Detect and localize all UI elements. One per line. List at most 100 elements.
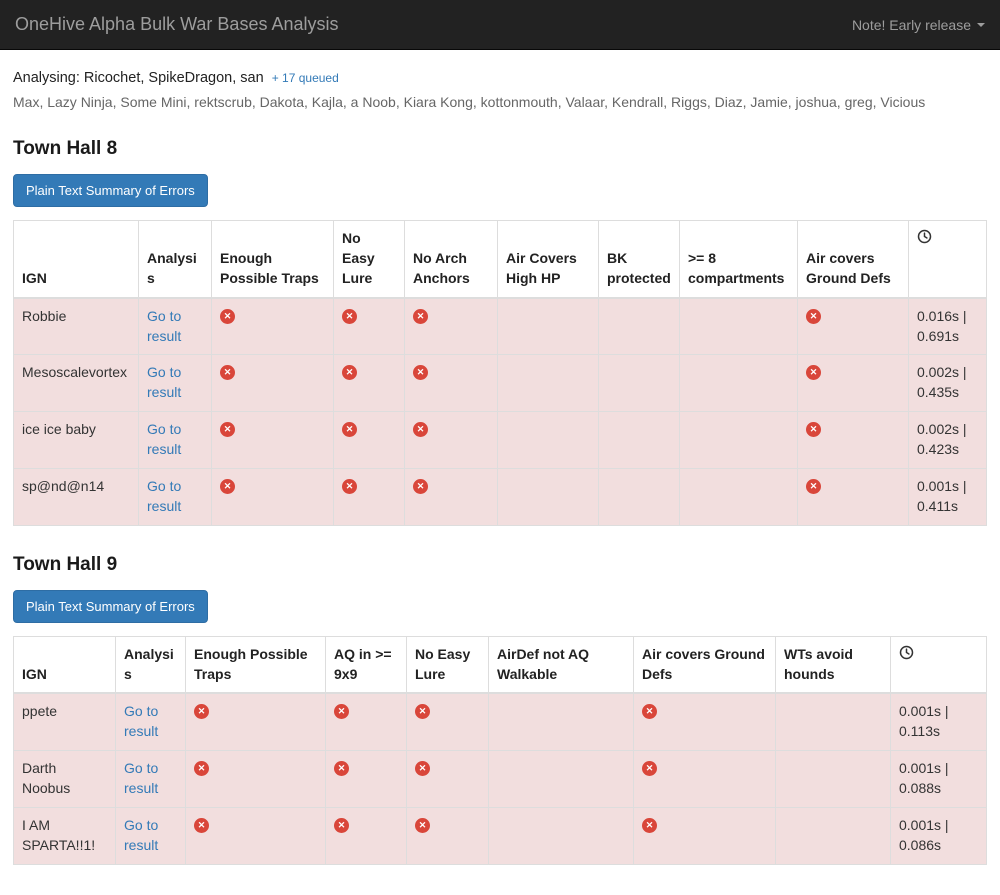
check-cell [212,298,334,355]
col-header-air-covers-ground-defs: Air covers Ground Defs [798,221,909,298]
time-cell: 0.002s | 0.435s [909,355,987,412]
check-cell [680,298,798,355]
analysis-cell: Go to result [116,693,186,750]
error-icon [220,365,235,380]
check-cell [776,807,891,864]
time-cell: 0.001s | 0.088s [891,751,987,808]
table-row: ppete Go to result 0.001s | 0.113s [14,693,987,750]
error-icon [334,704,349,719]
analysis-table-th9: IGN Analysis Enough Possible Traps AQ in… [13,636,987,865]
check-cell [334,355,405,412]
check-cell [798,468,909,525]
check-cell [489,693,634,750]
go-to-result-link[interactable]: Go to result [147,421,181,457]
error-icon [642,761,657,776]
check-cell [334,298,405,355]
check-cell [498,355,599,412]
check-cell [326,751,407,808]
error-icon [194,704,209,719]
check-cell [798,298,909,355]
go-to-result-link[interactable]: Go to result [124,703,158,739]
header-row: IGN Analysis Enough Possible Traps No Ea… [14,221,987,298]
col-header-bk-protected: BK protected [599,221,680,298]
col-header-analysis: Analysis [116,636,186,693]
check-cell [405,355,498,412]
analysing-status: Analysing: Ricochet, SpikeDragon, san + … [13,70,987,86]
analysis-cell: Go to result [139,355,212,412]
check-cell [407,807,489,864]
check-cell [334,468,405,525]
error-icon [342,479,357,494]
navbar: OneHive Alpha Bulk War Bases Analysis No… [0,0,1000,50]
check-cell [212,468,334,525]
plain-text-summary-button-th8[interactable]: Plain Text Summary of Errors [13,174,208,207]
check-cell [680,468,798,525]
go-to-result-link[interactable]: Go to result [147,308,181,344]
plain-text-summary-button-th9[interactable]: Plain Text Summary of Errors [13,590,208,623]
time-cell: 0.001s | 0.113s [891,693,987,750]
table-row: ice ice baby Go to result 0.002s | 0.423… [14,412,987,469]
queued-link[interactable]: + 17 queued [272,71,339,85]
check-cell [334,412,405,469]
col-header-no-easy-lure: No Easy Lure [407,636,489,693]
go-to-result-link[interactable]: Go to result [124,760,158,796]
go-to-result-link[interactable]: Go to result [147,364,181,400]
analysis-cell: Go to result [139,412,212,469]
queue-list: Max, Lazy Ninja, Some Mini, rektscrub, D… [13,94,987,110]
col-header-enough-possible-traps: Enough Possible Traps [212,221,334,298]
check-cell [212,412,334,469]
check-cell [634,693,776,750]
analysis-cell: Go to result [116,807,186,864]
check-cell [776,751,891,808]
check-cell [186,751,326,808]
navbar-title: OneHive Alpha Bulk War Bases Analysis [15,14,338,35]
check-cell [599,355,680,412]
col-header-analysis: Analysis [139,221,212,298]
check-cell [405,468,498,525]
check-cell [599,468,680,525]
col-header-ign: IGN [14,636,116,693]
check-cell [405,298,498,355]
time-cell: 0.001s | 0.411s [909,468,987,525]
table-row: Darth Noobus Go to result 0.001s | 0.088… [14,751,987,808]
error-icon [220,479,235,494]
check-cell [405,412,498,469]
check-cell [407,751,489,808]
error-icon [342,309,357,324]
analysing-text: Analysing: Ricochet, SpikeDragon, san [13,70,264,86]
analysis-cell: Go to result [139,298,212,355]
error-icon [415,818,430,833]
clock-icon [917,229,932,244]
check-cell [498,468,599,525]
main-content: Analysing: Ricochet, SpikeDragon, san + … [0,70,1000,895]
analysis-cell: Go to result [139,468,212,525]
ign-cell: Darth Noobus [14,751,116,808]
analysis-cell: Go to result [116,751,186,808]
check-cell [498,298,599,355]
check-cell [798,355,909,412]
check-cell [407,693,489,750]
error-icon [413,309,428,324]
check-cell [798,412,909,469]
go-to-result-link[interactable]: Go to result [147,478,181,514]
error-icon [642,818,657,833]
error-icon [806,309,821,324]
time-cell: 0.001s | 0.086s [891,807,987,864]
check-cell [212,355,334,412]
col-header-no-arch-anchors: No Arch Anchors [405,221,498,298]
go-to-result-link[interactable]: Go to result [124,817,158,853]
col-header-enough-possible-traps: Enough Possible Traps [186,636,326,693]
navbar-note-label: Note! Early release [852,17,971,33]
col-header-aq-in-9x9: AQ in >= 9x9 [326,636,407,693]
analysis-table-th8: IGN Analysis Enough Possible Traps No Ea… [13,220,987,526]
error-icon [806,479,821,494]
error-icon [413,422,428,437]
table-row: Mesoscalevortex Go to result 0.002s | 0.… [14,355,987,412]
col-header-air-covers-high-hp: Air Covers High HP [498,221,599,298]
ign-cell: ice ice baby [14,412,139,469]
clock-icon [899,645,914,660]
table-row: sp@nd@n14 Go to result 0.001s | 0.411s [14,468,987,525]
navbar-note-dropdown[interactable]: Note! Early release [852,17,985,33]
error-icon [415,761,430,776]
error-icon [194,818,209,833]
